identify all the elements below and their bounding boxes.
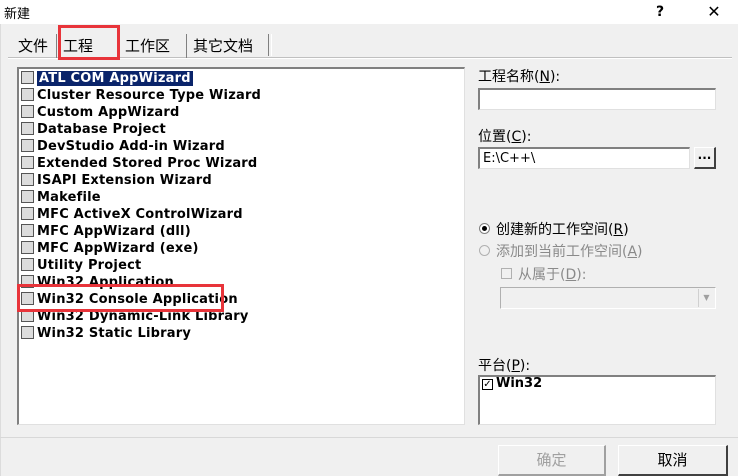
project-name-input[interactable]: [478, 88, 716, 110]
list-item[interactable]: Win32 Static Library: [21, 325, 191, 342]
tab-end-separator: [268, 34, 272, 56]
tab-other-documents[interactable]: 其它文档: [186, 34, 259, 58]
mfc-activex-icon: [21, 207, 34, 220]
list-item[interactable]: Win32 Application: [21, 274, 174, 291]
radio-new-workspace[interactable]: [479, 223, 490, 234]
window-title: 新建: [4, 7, 31, 22]
list-item[interactable]: Custom AppWizard: [21, 104, 179, 121]
custom-wizard-icon: [21, 105, 34, 118]
list-item[interactable]: Utility Project: [21, 257, 141, 274]
project-type-list[interactable]: ATL COM AppWizard Cluster Resource Type …: [17, 67, 465, 425]
location-input[interactable]: E:\C++\: [478, 147, 690, 169]
stored-proc-icon: [21, 156, 34, 169]
list-item[interactable]: Makefile: [21, 189, 101, 206]
list-item[interactable]: Cluster Resource Type Wizard: [21, 87, 261, 104]
platform-item: Win32: [496, 376, 543, 391]
platform-checkbox[interactable]: ✓: [482, 379, 493, 390]
list-item[interactable]: Extended Stored Proc Wizard: [21, 155, 257, 172]
tab-workspaces[interactable]: 工作区: [118, 34, 176, 58]
help-button[interactable]: ?: [650, 2, 670, 22]
list-item[interactable]: ATL COM AppWizard: [21, 70, 193, 87]
mfc-exe-icon: [21, 241, 34, 254]
database-project-icon: [21, 122, 34, 135]
tab-files[interactable]: 文件: [12, 34, 54, 58]
addin-wizard-icon: [21, 139, 34, 152]
dependency-select[interactable]: ▼: [500, 287, 716, 309]
isapi-icon: [21, 173, 34, 186]
win32-app-icon: [21, 275, 34, 288]
list-item[interactable]: Database Project: [21, 121, 166, 138]
platform-list[interactable]: ✓ Win32: [478, 375, 716, 425]
list-item[interactable]: MFC AppWizard (exe): [21, 240, 199, 257]
browse-button[interactable]: ...: [694, 147, 716, 169]
cancel-button[interactable]: 取消: [618, 445, 728, 476]
mfc-dll-icon: [21, 224, 34, 237]
title-bar: 新建 ? ✕: [0, 0, 738, 24]
win32-console-icon: [21, 292, 34, 305]
utility-project-icon: [21, 258, 34, 271]
list-item[interactable]: MFC ActiveX ControlWizard: [21, 206, 243, 223]
list-item[interactable]: Win32 Console Application: [21, 291, 238, 308]
list-item[interactable]: Win32 Dynamic-Link Library: [21, 308, 249, 325]
close-button[interactable]: ✕: [704, 2, 724, 22]
win32-lib-icon: [21, 326, 34, 339]
radio-add-workspace-label: 添加到当前工作空间(A): [496, 244, 643, 260]
atl-project-icon: [21, 71, 34, 84]
project-name-label: 工程名称(N):: [478, 69, 561, 85]
list-item[interactable]: ISAPI Extension Wizard: [21, 172, 212, 189]
win32-dll-icon: [21, 309, 34, 322]
cluster-project-icon: [21, 88, 34, 101]
radio-add-workspace[interactable]: [479, 245, 490, 256]
location-label: 位置(C):: [478, 129, 532, 145]
tab-projects[interactable]: 工程: [56, 34, 99, 58]
platform-label: 平台(P):: [478, 358, 531, 374]
list-item[interactable]: DevStudio Add-in Wizard: [21, 138, 225, 155]
makefile-icon: [21, 190, 34, 203]
tab-panel-border-light: [8, 58, 732, 59]
radio-new-workspace-label: 创建新的工作空间(R): [496, 222, 629, 238]
list-item[interactable]: MFC AppWizard (dll): [21, 223, 191, 240]
chevron-down-icon[interactable]: ▼: [698, 289, 714, 307]
dependency-label: 从属于(D):: [518, 267, 587, 283]
dependency-checkbox[interactable]: [501, 268, 512, 279]
bottom-separator: [0, 437, 738, 438]
ok-button[interactable]: 确定: [498, 445, 606, 476]
